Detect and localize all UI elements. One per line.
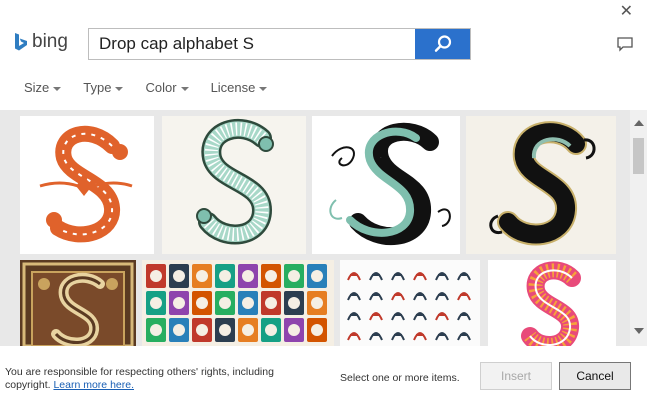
alphabet-glyph-ornament — [311, 270, 323, 282]
filter-label: Size — [24, 80, 50, 95]
image-results — [0, 110, 647, 346]
alphabet-glyph-ornament — [173, 324, 185, 336]
alphabet-glyph-sketch — [347, 292, 361, 301]
alphabet-glyph-sketch — [413, 312, 427, 321]
alphabet-glyph-ornament — [196, 324, 208, 336]
chevron-down-icon — [180, 86, 189, 91]
alphabet-glyph-ornament — [265, 297, 277, 309]
filter-label: License — [210, 80, 256, 95]
alphabet-glyph-sketch — [391, 292, 405, 301]
logo-text: bing — [32, 31, 68, 52]
result-thumbnail-ornate-orange-s[interactable] — [20, 116, 154, 254]
chevron-down-icon — [115, 86, 124, 91]
alphabet-glyph-ornament — [288, 324, 300, 336]
alphabet-glyph-ornament — [219, 297, 231, 309]
feedback-icon[interactable] — [616, 36, 634, 52]
result-thumbnail-colorful-alphabet[interactable] — [142, 260, 334, 346]
alphabet-glyph-ornament — [242, 324, 254, 336]
search-box — [88, 28, 471, 60]
alphabet-glyph-ornament — [288, 270, 300, 282]
alphabet-glyph-ornament — [173, 270, 185, 282]
search-button[interactable] — [415, 29, 470, 59]
alphabet-glyph-ornament — [288, 297, 300, 309]
alphabet-glyph-sketch — [435, 292, 449, 301]
alphabet-glyph-ornament — [173, 297, 185, 309]
bing-logo-icon — [15, 33, 27, 51]
alphabet-glyph-sketch — [369, 332, 383, 341]
alphabet-glyph-sketch — [391, 272, 405, 281]
filter-license[interactable]: License — [211, 80, 268, 95]
alphabet-glyph-sketch — [457, 292, 471, 301]
alphabet-glyph-sketch — [457, 272, 471, 281]
alphabet-glyph-ornament — [196, 297, 208, 309]
search-icon — [434, 35, 451, 52]
search-input[interactable] — [89, 29, 415, 59]
alphabet-glyph-ornament — [150, 297, 162, 309]
scroll-down-icon[interactable] — [634, 328, 644, 334]
filter-label: Color — [145, 80, 177, 95]
selection-status: Select one or more items. — [340, 372, 460, 384]
insert-button[interactable]: Insert — [480, 362, 552, 390]
filter-label: Type — [83, 80, 112, 95]
result-thumbnail-ornate-brown-s[interactable] — [20, 260, 136, 346]
result-thumbnail-pink-striped-s[interactable] — [488, 260, 616, 346]
scroll-up-icon[interactable] — [634, 120, 644, 126]
alphabet-glyph-sketch — [391, 332, 405, 341]
alphabet-glyph-ornament — [150, 270, 162, 282]
bing-logo: bing — [14, 30, 68, 54]
alphabet-glyph-sketch — [347, 272, 361, 281]
alphabet-glyph-ornament — [265, 270, 277, 282]
results-scrollbar[interactable] — [630, 110, 647, 346]
alphabet-glyph-ornament — [311, 297, 323, 309]
alphabet-glyph-sketch — [369, 312, 383, 321]
alphabet-glyph-ornament — [196, 270, 208, 282]
result-thumbnail-black-teal-s[interactable] — [312, 116, 460, 254]
result-thumbnail-sketch-alphabet[interactable] — [340, 260, 480, 346]
alphabet-glyph-ornament — [219, 324, 231, 336]
alphabet-glyph-sketch — [369, 292, 383, 301]
alphabet-glyph-sketch — [457, 332, 471, 341]
insert-pictures-dialog: ✕ bing Size Type Color — [0, 0, 647, 408]
chevron-down-icon — [259, 86, 268, 91]
alphabet-glyph-sketch — [413, 272, 427, 281]
rights-notice: You are responsible for respecting other… — [5, 366, 305, 392]
notice-text: You are responsible for respecting other… — [5, 366, 274, 391]
alphabet-glyph-sketch — [435, 312, 449, 321]
filter-size[interactable]: Size — [24, 80, 62, 95]
close-icon[interactable]: ✕ — [620, 4, 633, 20]
alphabet-glyph-sketch — [413, 292, 427, 301]
alphabet-glyph-ornament — [242, 297, 254, 309]
alphabet-glyph-sketch — [347, 312, 361, 321]
alphabet-glyph-sketch — [391, 312, 405, 321]
learn-more-link[interactable]: Learn more here. — [53, 379, 134, 391]
filter-color[interactable]: Color — [145, 80, 189, 95]
alphabet-glyph-ornament — [219, 270, 231, 282]
dialog-footer: You are responsible for respecting other… — [0, 346, 647, 408]
alphabet-glyph-sketch — [435, 272, 449, 281]
alphabet-glyph-ornament — [265, 324, 277, 336]
result-thumbnail-teal-striped-s[interactable] — [162, 116, 306, 254]
alphabet-glyph-ornament — [242, 270, 254, 282]
cancel-button[interactable]: Cancel — [559, 362, 631, 390]
alphabet-glyph-sketch — [369, 272, 383, 281]
scroll-thumb[interactable] — [633, 138, 644, 174]
alphabet-glyph-ornament — [150, 324, 162, 336]
filter-type[interactable]: Type — [83, 80, 124, 95]
alphabet-glyph-sketch — [457, 312, 471, 321]
filter-bar: Size Type Color License — [24, 80, 268, 95]
alphabet-glyph-sketch — [413, 332, 427, 341]
chevron-down-icon — [53, 86, 62, 91]
alphabet-glyph-ornament — [311, 324, 323, 336]
result-thumbnail-black-gold-s[interactable] — [466, 116, 616, 254]
alphabet-glyph-sketch — [347, 332, 361, 341]
alphabet-glyph-sketch — [435, 332, 449, 341]
